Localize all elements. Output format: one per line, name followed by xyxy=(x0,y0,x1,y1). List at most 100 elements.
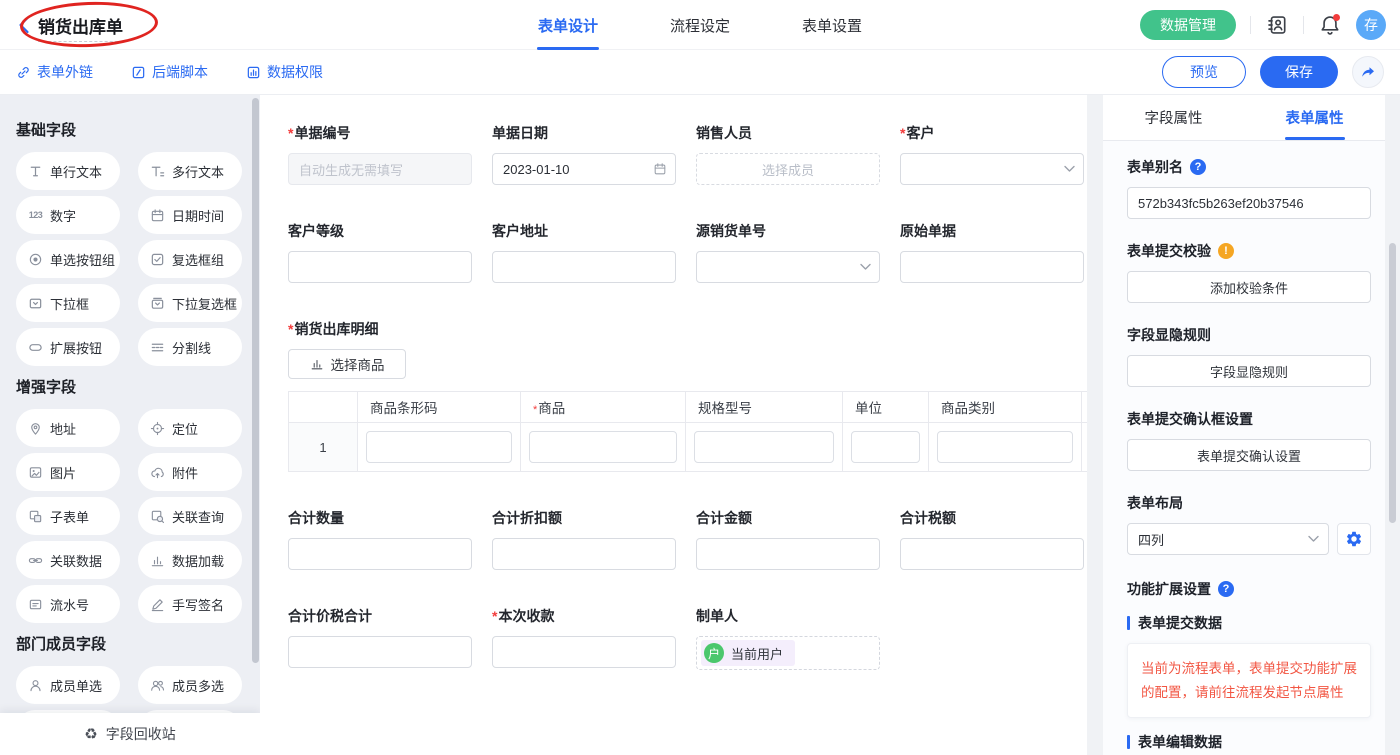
form-row-totals-2: 合计价税合计 *本次收款 制单人 户 当前用户 xyxy=(288,606,1087,670)
tab-form-design[interactable]: 表单设计 xyxy=(538,0,598,50)
field-item-location[interactable]: 定位 xyxy=(138,409,242,447)
field-item-number[interactable]: 123数字 xyxy=(16,196,120,234)
field-customer-address[interactable]: 客户地址 xyxy=(492,221,676,283)
visibility-rules-button[interactable]: 字段显隐规则 xyxy=(1127,355,1371,387)
field-item-member-single[interactable]: 成员单选 xyxy=(16,666,120,704)
link-icon xyxy=(16,65,31,80)
total-with-tax-input[interactable] xyxy=(288,636,472,668)
spec-cell-input[interactable] xyxy=(694,431,834,463)
confirm-box-button[interactable]: 表单提交确认设置 xyxy=(1127,439,1371,471)
field-item-radio-group[interactable]: 单选按钮组 xyxy=(16,240,120,278)
original-doc-input[interactable] xyxy=(900,251,1084,283)
add-validation-button[interactable]: 添加校验条件 xyxy=(1127,271,1371,303)
salesperson-picker[interactable]: 选择成员 xyxy=(696,153,880,185)
field-item-linked-query[interactable]: 关联查询 xyxy=(138,497,242,535)
creator-field[interactable]: 户 当前用户 xyxy=(696,636,880,670)
field-item-address[interactable]: 地址 xyxy=(16,409,120,447)
tab-form-properties[interactable]: 表单属性 xyxy=(1244,95,1385,140)
select-product-button[interactable]: 选择商品 xyxy=(288,349,406,379)
user-avatar[interactable]: 存 xyxy=(1356,10,1386,40)
field-item-data-load[interactable]: 数据加载 xyxy=(138,541,242,579)
total-qty-input[interactable] xyxy=(288,538,472,570)
backend-script-link[interactable]: 后端脚本 xyxy=(131,62,208,82)
total-amount-input[interactable] xyxy=(696,538,880,570)
field-item-subform[interactable]: 子表单 xyxy=(16,497,120,535)
field-creator[interactable]: 制单人 户 当前用户 xyxy=(696,606,880,670)
panel-scrollbar[interactable] xyxy=(1389,243,1396,523)
share-button[interactable] xyxy=(1352,56,1384,88)
field-customer-level[interactable]: 客户等级 xyxy=(288,221,472,283)
chevron-down-icon xyxy=(1064,166,1075,173)
address-book-icon[interactable] xyxy=(1265,13,1289,37)
field-total-with-tax[interactable]: 合计价税合计 xyxy=(288,606,472,670)
col-category: 商品类别 xyxy=(929,392,1082,423)
col-product: *商品 xyxy=(521,392,686,423)
tab-form-setting[interactable]: 表单设置 xyxy=(802,0,862,50)
tab-field-properties[interactable]: 字段属性 xyxy=(1103,95,1244,140)
sidebar-scrollbar[interactable] xyxy=(252,98,259,663)
permission-icon xyxy=(246,65,261,80)
script-icon xyxy=(131,65,146,80)
warning-icon[interactable]: ! xyxy=(1218,243,1234,259)
form-external-link[interactable]: 表单外链 xyxy=(16,62,93,82)
field-item-datetime[interactable]: 日期时间 xyxy=(138,196,242,234)
field-total-discount[interactable]: 合计折扣额 xyxy=(492,508,676,570)
source-order-select[interactable] xyxy=(696,251,880,283)
barcode-cell-input[interactable] xyxy=(366,431,512,463)
field-item-divider[interactable]: 分割线 xyxy=(138,328,242,366)
field-item-dropdown[interactable]: 下拉框 xyxy=(16,284,120,322)
category-cell-input[interactable] xyxy=(937,431,1073,463)
save-button[interactable]: 保存 xyxy=(1260,56,1338,88)
field-item-checkbox-group[interactable]: 复选框组 xyxy=(138,240,242,278)
notification-bell-icon[interactable] xyxy=(1318,13,1342,37)
field-item-linked-data[interactable]: 关联数据 xyxy=(16,541,120,579)
field-total-qty[interactable]: 合计数量 xyxy=(288,508,472,570)
field-item-attachment[interactable]: 附件 xyxy=(138,453,242,491)
field-item-signature[interactable]: 手写签名 xyxy=(138,585,242,623)
field-total-amount[interactable]: 合计金额 xyxy=(696,508,880,570)
product-cell-input[interactable] xyxy=(529,431,677,463)
field-item-multi-text[interactable]: 多行文本 xyxy=(138,152,242,190)
total-tax-input[interactable] xyxy=(900,538,1084,570)
field-item-serial-number[interactable]: 流水号 xyxy=(16,585,120,623)
help-icon[interactable]: ? xyxy=(1218,581,1234,597)
back-button[interactable] xyxy=(14,14,36,36)
field-doc-no[interactable]: *单据编号 自动生成无需填写 xyxy=(288,123,472,185)
customer-select[interactable] xyxy=(900,153,1084,185)
field-item-image[interactable]: 图片 xyxy=(16,453,120,491)
customer-address-input[interactable] xyxy=(492,251,676,283)
layout-settings-button[interactable] xyxy=(1337,523,1371,555)
help-icon[interactable]: ? xyxy=(1190,159,1206,175)
field-original-doc[interactable]: 原始单据 xyxy=(900,221,1084,283)
preview-button[interactable]: 预览 xyxy=(1162,56,1246,88)
chevron-down-icon xyxy=(860,264,871,271)
notification-dot xyxy=(1333,14,1340,21)
field-source-order-no[interactable]: 源销货单号 xyxy=(696,221,880,283)
doc-no-input[interactable]: 自动生成无需填写 xyxy=(288,153,472,185)
subform-icon xyxy=(27,509,44,524)
field-current-payment[interactable]: *本次收款 xyxy=(492,606,676,670)
panel-body: 表单别名 ? 572b343fc5b263ef20b37546 表单提交校验 !… xyxy=(1103,141,1385,755)
form-alias-input[interactable]: 572b343fc5b263ef20b37546 xyxy=(1127,187,1371,219)
field-total-tax[interactable]: 合计税额 xyxy=(900,508,1084,570)
page-title: 销货出库单 xyxy=(38,13,123,42)
customer-level-input[interactable] xyxy=(288,251,472,283)
field-recycle-bin[interactable]: ♻ 字段回收站 xyxy=(0,713,260,755)
field-item-member-multi[interactable]: 成员多选 xyxy=(138,666,242,704)
field-customer[interactable]: *客户 xyxy=(900,123,1084,185)
field-item-multi-dropdown[interactable]: 下拉复选框 xyxy=(138,284,242,322)
current-payment-input[interactable] xyxy=(492,636,676,668)
field-doc-date[interactable]: 单据日期 2023-01-10 xyxy=(492,123,676,185)
layout-select[interactable]: 四列 xyxy=(1127,523,1329,555)
field-item-extend-button[interactable]: 扩展按钮 xyxy=(16,328,120,366)
data-permission-link[interactable]: 数据权限 xyxy=(246,62,323,82)
unit-cell-input[interactable] xyxy=(851,431,920,463)
top-header: 销货出库单 表单设计 流程设定 表单设置 数据管理 存 xyxy=(0,0,1400,50)
field-item-single-text[interactable]: 单行文本 xyxy=(16,152,120,190)
field-salesperson[interactable]: 销售人员 选择成员 xyxy=(696,123,880,185)
user-icon xyxy=(27,678,44,693)
tab-flow-setting[interactable]: 流程设定 xyxy=(670,0,730,50)
doc-date-input[interactable]: 2023-01-10 xyxy=(492,153,676,185)
data-manage-button[interactable]: 数据管理 xyxy=(1140,10,1236,40)
total-discount-input[interactable] xyxy=(492,538,676,570)
